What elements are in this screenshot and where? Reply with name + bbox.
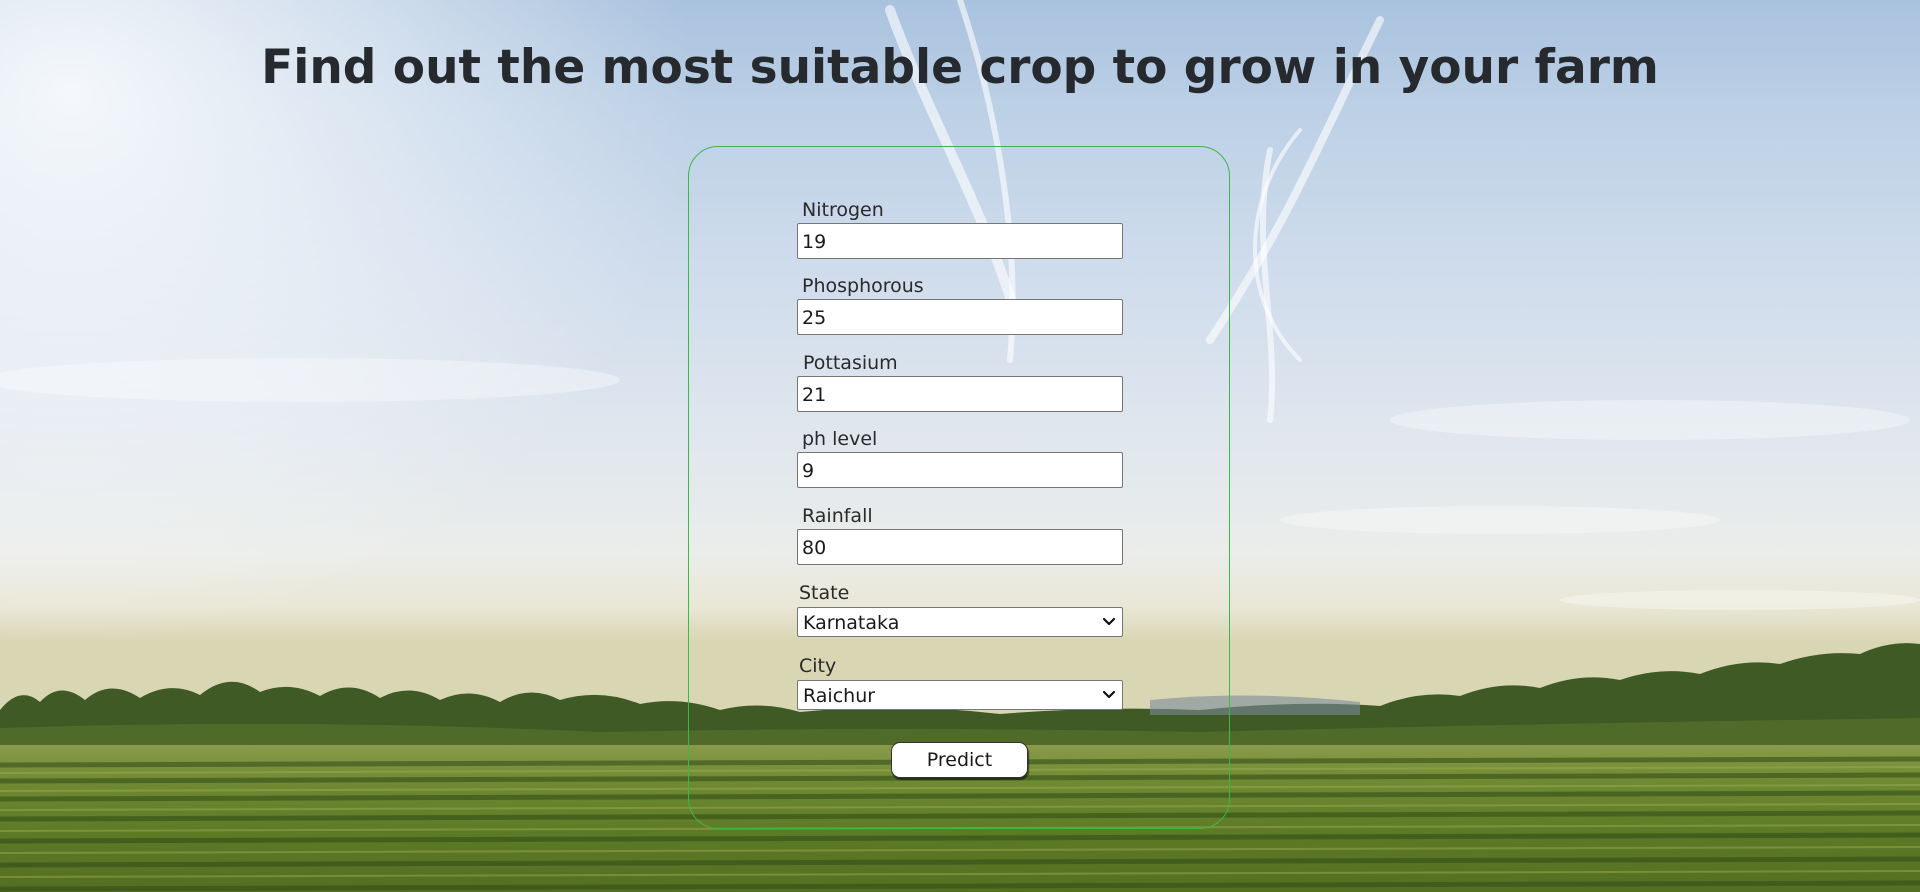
ph-level-group: ph level [797, 427, 1123, 488]
state-selected-value: Karnataka [803, 612, 900, 634]
phosphorous-label: Phosphorous [802, 275, 924, 297]
sun-haze [0, 0, 700, 650]
pottasium-input[interactable] [797, 376, 1123, 412]
city-label: City [799, 655, 837, 677]
pottasium-label: Pottasium [803, 352, 898, 374]
nitrogen-group: Nitrogen [797, 198, 1123, 259]
city-group: City Raichur [797, 654, 1123, 710]
ph-level-input[interactable] [797, 452, 1123, 488]
page-background: Find out the most suitable crop to grow … [0, 0, 1920, 892]
rainfall-label: Rainfall [802, 505, 873, 527]
state-group: State Karnataka [797, 581, 1123, 637]
ph-level-label: ph level [802, 428, 878, 450]
page-title: Find out the most suitable crop to grow … [261, 40, 1659, 95]
rainfall-input[interactable] [797, 529, 1123, 565]
chevron-down-icon [1102, 690, 1116, 699]
nitrogen-input[interactable] [797, 223, 1123, 259]
city-select[interactable]: Raichur [797, 680, 1123, 710]
pottasium-group: Pottasium [797, 351, 1123, 412]
phosphorous-group: Phosphorous [797, 274, 1123, 335]
rainfall-group: Rainfall [797, 504, 1123, 565]
phosphorous-input[interactable] [797, 299, 1123, 335]
nitrogen-label: Nitrogen [802, 199, 884, 221]
state-label: State [799, 582, 850, 604]
predict-button[interactable]: Predict [891, 742, 1028, 778]
city-selected-value: Raichur [803, 685, 876, 707]
chevron-down-icon [1102, 617, 1116, 626]
state-select[interactable]: Karnataka [797, 607, 1123, 637]
